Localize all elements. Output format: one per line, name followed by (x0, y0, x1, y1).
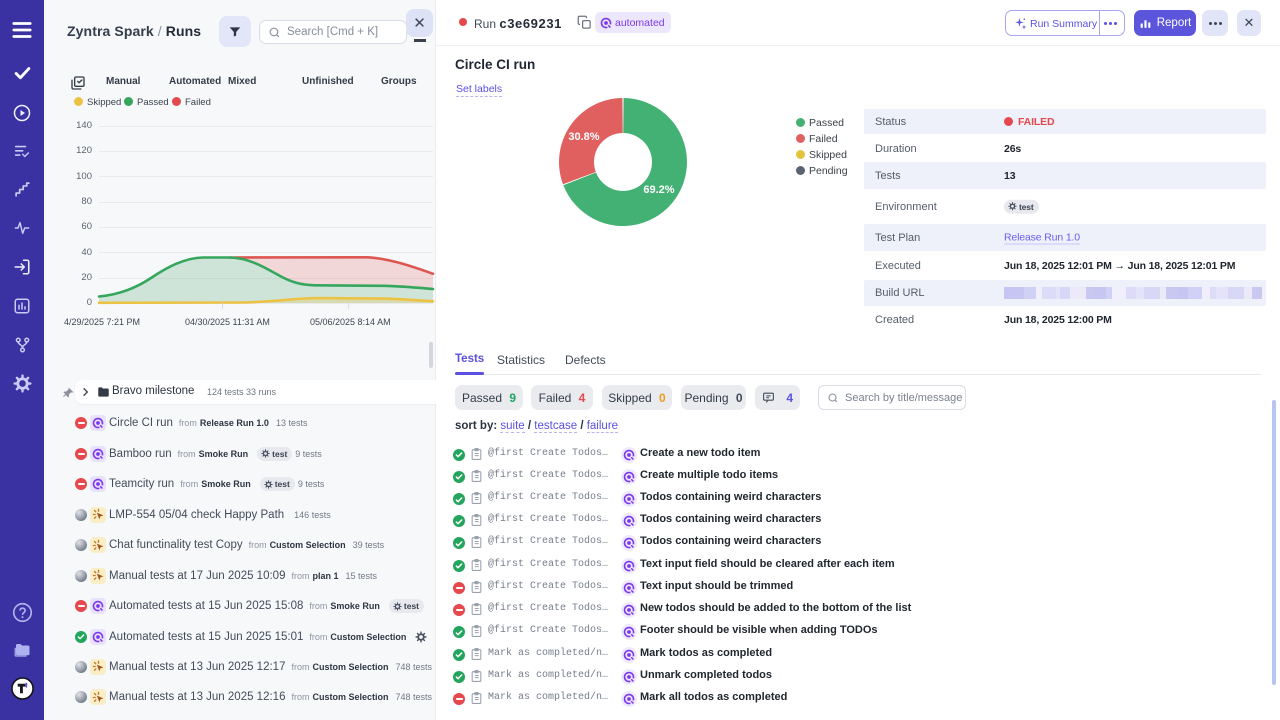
svg-text:69.2%: 69.2% (643, 184, 674, 196)
svg-text:30.8%: 30.8% (568, 131, 599, 143)
